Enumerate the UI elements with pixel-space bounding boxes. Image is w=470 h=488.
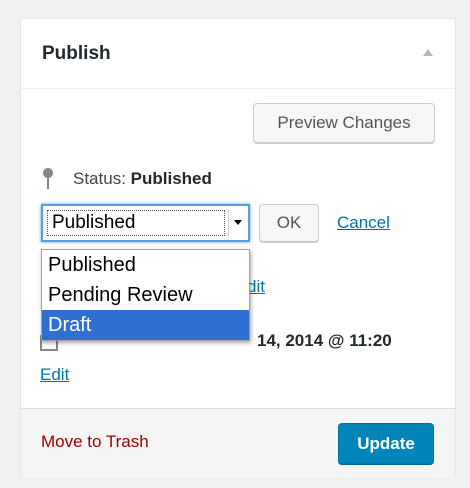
status-value: Published xyxy=(130,169,212,188)
publish-date-edit-link[interactable]: Edit xyxy=(40,365,69,385)
status-select[interactable]: Published xyxy=(41,204,250,242)
chevron-down-icon xyxy=(234,220,242,225)
move-to-trash-link[interactable]: Move to Trash xyxy=(41,432,149,452)
dropdown-option-pending-review[interactable]: Pending Review xyxy=(42,280,249,310)
panel-title: Publish xyxy=(42,43,111,64)
status-select-value: Published xyxy=(47,210,225,236)
publish-date-text: 14, 2014 @ 11:20 xyxy=(257,331,392,350)
preview-changes-button[interactable]: Preview Changes xyxy=(253,103,435,143)
pin-icon xyxy=(43,168,53,189)
dropdown-option-draft[interactable]: Draft xyxy=(42,310,249,340)
cancel-link[interactable]: Cancel xyxy=(337,213,390,233)
panel-footer: Move to Trash Update xyxy=(21,408,455,477)
panel-header[interactable]: Publish xyxy=(21,19,455,89)
status-label: Status: Published xyxy=(73,169,212,189)
status-label-text: Status: xyxy=(73,169,131,188)
publish-panel: Publish Preview Changes Status: Publishe… xyxy=(20,18,456,477)
dropdown-option-published[interactable]: Published xyxy=(42,250,249,280)
triangle-up-icon[interactable] xyxy=(423,49,433,56)
status-dropdown-list: Published Pending Review Draft xyxy=(41,249,250,341)
update-button[interactable]: Update xyxy=(338,423,434,464)
ok-button[interactable]: OK xyxy=(259,204,319,242)
select-arrow-button[interactable] xyxy=(228,210,246,236)
